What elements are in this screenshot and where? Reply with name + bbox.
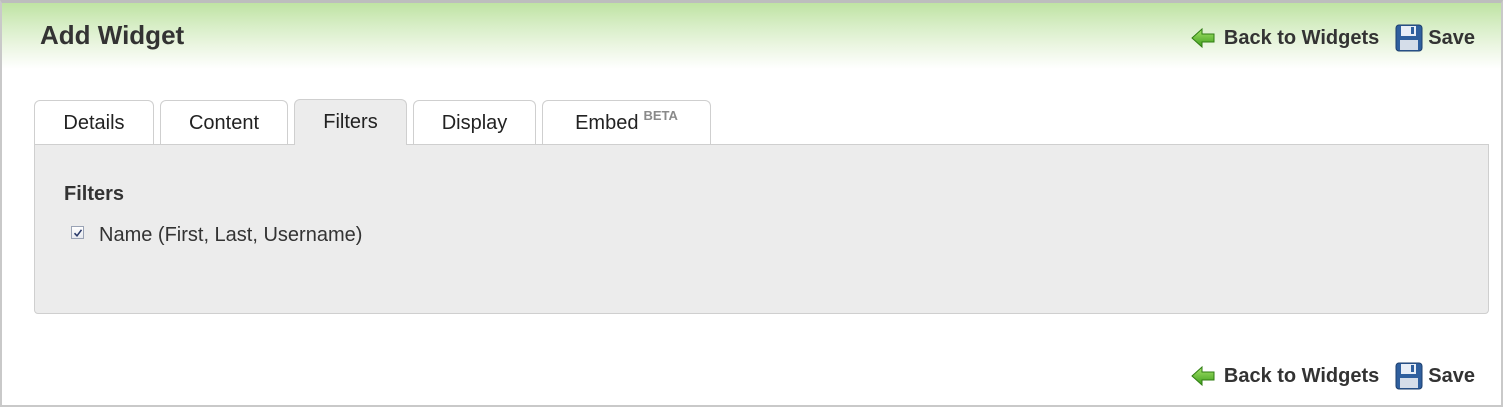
tab-label: Details [63, 111, 125, 134]
name-filter-checkbox[interactable] [71, 226, 84, 239]
header-bar: Add Widget Back to Widgets Save [2, 3, 1501, 69]
name-filter-label: Name (First, Last, Username) [99, 224, 363, 246]
back-to-widgets-link[interactable]: Back to Widgets [1191, 27, 1379, 50]
tab-embed[interactable]: Embed BETA [542, 100, 711, 145]
widget-editor: Add Widget Back to Widgets Save Details … [0, 0, 1503, 407]
tab-details[interactable]: Details [34, 100, 154, 145]
floppy-disk-icon [1395, 24, 1423, 52]
tab-display[interactable]: Display [413, 100, 536, 145]
tab-content[interactable]: Content [160, 100, 288, 145]
save-label: Save [1428, 364, 1475, 387]
filter-row: Name (First, Last, Username) [71, 224, 362, 247]
beta-badge: BETA [643, 107, 678, 123]
page-title: Add Widget [40, 20, 185, 50]
tab-label: Filters [323, 111, 378, 133]
tab-label: Embed [575, 111, 639, 134]
save-label: Save [1428, 26, 1475, 49]
panel-title: Filters [64, 183, 125, 205]
save-button[interactable]: Save [1395, 362, 1475, 390]
save-button[interactable]: Save [1395, 24, 1475, 52]
floppy-disk-icon [1395, 362, 1423, 390]
tab-bar: Details Content Filters Display Embed BE… [34, 99, 717, 145]
checkmark-icon [73, 228, 82, 237]
filters-panel: Filters Name (First, Last, Username) [34, 144, 1489, 314]
green-arrow-left-icon [1191, 365, 1215, 387]
footer-actions: Back to Widgets Save [1191, 362, 1475, 390]
tab-label: Content [188, 111, 260, 134]
header-actions: Back to Widgets Save [1191, 24, 1475, 52]
back-to-widgets-label: Back to Widgets [1223, 26, 1380, 49]
back-to-widgets-label: Back to Widgets [1223, 364, 1380, 387]
tab-label: Display [441, 111, 508, 134]
green-arrow-left-icon [1191, 27, 1215, 49]
tab-filters[interactable]: Filters [294, 99, 407, 145]
back-to-widgets-link[interactable]: Back to Widgets [1191, 365, 1379, 388]
